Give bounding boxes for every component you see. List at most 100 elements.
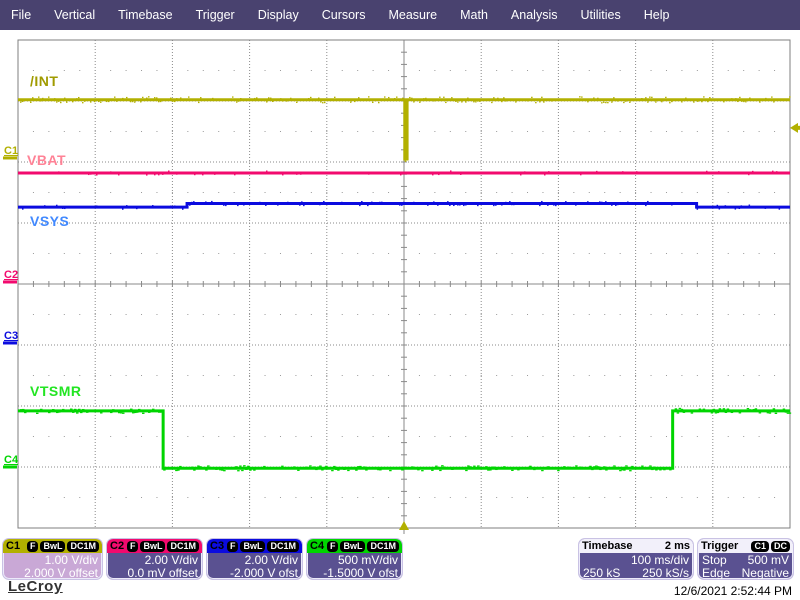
grid-dot: [79, 253, 81, 254]
trace-noise: [381, 201, 383, 203]
grid-dot: [511, 314, 513, 315]
zero-marker-label-c1[interactable]: C1: [4, 145, 18, 157]
trace-noise: [746, 407, 750, 410]
trace-noise: [461, 101, 463, 103]
trace-noise: [146, 97, 148, 99]
trace-noise: [505, 100, 507, 102]
fast-badge: F: [226, 540, 239, 552]
trace-noise: [748, 409, 752, 411]
grid-dot: [32, 70, 34, 71]
trace-noise: [108, 100, 110, 103]
trace-noise: [596, 170, 598, 173]
trace-noise: [98, 100, 100, 103]
trace-noise: [100, 412, 103, 414]
trace-noise: [663, 468, 666, 471]
trace-noise: [479, 100, 481, 102]
grid-dot: [79, 314, 81, 315]
zero-marker-dash-c3[interactable]: [3, 341, 17, 345]
trace-noise: [174, 100, 176, 103]
trace-noise: [191, 466, 194, 468]
channel-box-c4[interactable]: C4 F BwL DC1M 500 mV/div -1.5000 V ofst: [306, 538, 403, 580]
grid-dot: [434, 253, 436, 254]
grid-dot: [357, 314, 359, 315]
channel-id-c2: C2: [110, 540, 125, 552]
zero-marker-dash-c1[interactable]: [3, 156, 17, 160]
grid-dot: [218, 436, 220, 437]
trace-noise: [524, 171, 526, 173]
trace-noise: [176, 173, 178, 175]
grid-dot: [449, 131, 451, 132]
grid-dot: [79, 497, 81, 498]
trace-noise: [647, 200, 649, 203]
trace-noise: [313, 466, 316, 468]
trace-noise: [134, 101, 136, 103]
zero-marker-label-c2[interactable]: C2: [4, 269, 18, 281]
zero-marker-dash-c2[interactable]: [3, 280, 17, 284]
trace-noise: [439, 469, 442, 472]
grid-dot: [388, 314, 390, 315]
timebase-sample-rate: 250 kS/s: [642, 566, 689, 580]
grid-dot: [681, 497, 683, 498]
trace-noise: [170, 205, 172, 207]
channel-box-c2[interactable]: C2 F BwL DC1M 2.00 V/div 0.0 mV offset: [106, 538, 203, 580]
trigger-box[interactable]: Trigger C1 DC Stop 500 mV Edge Negative: [697, 538, 794, 580]
grid-dot: [388, 497, 390, 498]
trace-noise: [44, 205, 46, 207]
grid-dot: [573, 192, 575, 193]
channel-box-c3[interactable]: C3 F BwL DC1M 2.00 V/div -2.000 V ofst: [206, 538, 303, 580]
trace-noise: [290, 97, 292, 100]
trace-noise: [629, 101, 631, 103]
grid-dot: [310, 192, 312, 193]
trace-noise: [535, 101, 537, 104]
grid-dot: [156, 314, 158, 315]
trace-noise: [379, 469, 382, 471]
grid-dot: [418, 436, 420, 437]
trace-noise: [130, 100, 132, 103]
grid-dot: [619, 314, 621, 315]
trace-noise: [459, 204, 461, 206]
trigger-position-marker[interactable]: [399, 521, 409, 530]
timebase-box[interactable]: Timebase 2 ms 100 ms/div 250 kS 250 kS/s: [578, 538, 694, 580]
grid-dot: [434, 70, 436, 71]
zero-marker-label-c4[interactable]: C4: [4, 454, 19, 466]
trace-noise: [350, 101, 352, 103]
zero-marker-label-c3[interactable]: C3: [4, 330, 18, 342]
trace-noise: [587, 101, 589, 103]
trace-noise: [553, 204, 555, 206]
grid-dot: [743, 497, 745, 498]
grid-dot: [758, 70, 760, 71]
channel-c2-badges: F BwL DC1M: [126, 540, 199, 552]
zero-marker-dash-c4[interactable]: [3, 465, 17, 469]
grid-dot: [588, 314, 590, 315]
trace-noise: [130, 408, 133, 410]
trace-noise: [202, 174, 204, 176]
trace-noise: [389, 469, 392, 472]
trace-noise: [399, 204, 401, 206]
grid-dot: [110, 436, 112, 437]
grid-dot: [758, 253, 760, 254]
channel-box-c1[interactable]: C1 F BwL DC1M 1.00 V/div 2.000 V offset: [2, 538, 103, 580]
grid-dot: [418, 497, 420, 498]
grid-dot: [171, 253, 173, 254]
trace-noise: [647, 101, 649, 103]
trace-noise: [320, 101, 322, 103]
trace-noise: [396, 96, 398, 98]
grid-dot: [202, 497, 204, 498]
trace-noise: [772, 408, 776, 410]
trace-noise: [319, 204, 321, 206]
grid-dot: [527, 375, 529, 376]
trace-noise: [501, 204, 503, 206]
trigger-level-marker[interactable]: [790, 122, 798, 133]
grid-dot: [388, 253, 390, 254]
grid-dot: [218, 375, 220, 376]
grid-dot: [295, 497, 297, 498]
grid-dot: [542, 70, 544, 71]
trace-noise: [409, 96, 411, 99]
trace-noise: [138, 408, 141, 411]
grid-dot: [202, 70, 204, 71]
trace-noise: [443, 466, 446, 468]
grid-dot: [681, 192, 683, 193]
grid-dot: [665, 70, 667, 71]
grid-dot: [218, 314, 220, 315]
trace-noise: [417, 469, 420, 471]
